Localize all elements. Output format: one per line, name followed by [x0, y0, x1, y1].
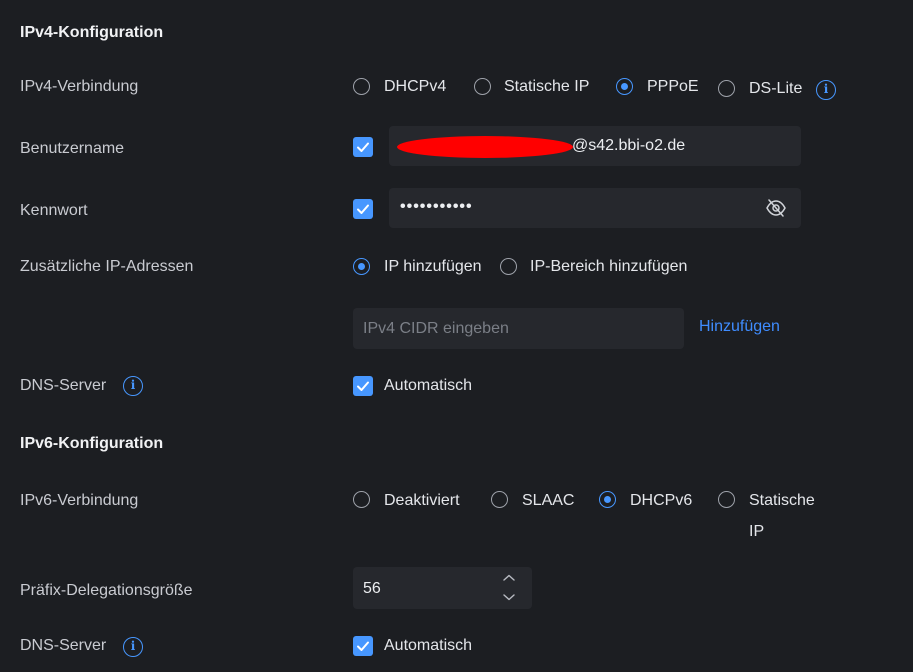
- radio-deactivated-label[interactable]: Deaktiviert: [384, 492, 460, 510]
- chevron-down-icon[interactable]: [502, 592, 516, 602]
- radio-ds-lite-label[interactable]: DS-Lite: [749, 80, 802, 98]
- radio-add-ip[interactable]: [353, 258, 370, 275]
- cidr-input[interactable]: IPv4 CIDR eingeben: [353, 308, 684, 349]
- ipv4-connection-label: IPv4-Verbindung: [20, 78, 139, 95]
- check-icon: [357, 641, 369, 651]
- radio-add-ip-range-label[interactable]: IP-Bereich hinzufügen: [530, 258, 687, 276]
- ipv6-dns-auto-checkbox[interactable]: [353, 636, 373, 656]
- ipv6-connection-label: IPv6-Verbindung: [20, 492, 139, 509]
- radio-pppoe-label[interactable]: PPPoE: [647, 78, 699, 96]
- username-label: Benutzername: [20, 140, 125, 157]
- password-checkbox[interactable]: [353, 199, 373, 219]
- password-value: •••••••••••: [400, 198, 473, 215]
- radio-static-ipv6-label-line1[interactable]: Statische: [749, 492, 815, 510]
- add-cidr-link[interactable]: Hinzufügen: [699, 318, 780, 336]
- ipv4-dns-auto-label[interactable]: Automatisch: [384, 377, 472, 395]
- radio-add-ip-range[interactable]: [500, 258, 517, 275]
- prefix-delegation-value: 56: [363, 580, 381, 597]
- cidr-placeholder: IPv4 CIDR eingeben: [363, 320, 509, 337]
- username-checkbox[interactable]: [353, 137, 373, 157]
- radio-slaac[interactable]: [491, 491, 508, 508]
- ipv4-dns-label: DNS-Server: [20, 377, 107, 394]
- radio-static-ipv6[interactable]: [718, 491, 735, 508]
- redaction-mark: [397, 136, 573, 158]
- ipv6-dns-info-icon[interactable]: i: [123, 637, 143, 657]
- radio-dhcpv4[interactable]: [353, 78, 370, 95]
- radio-static-ip-label[interactable]: Statische IP: [504, 78, 589, 96]
- password-input[interactable]: •••••••••••: [389, 188, 801, 228]
- eye-off-icon[interactable]: [765, 198, 787, 218]
- radio-add-ip-label[interactable]: IP hinzufügen: [384, 258, 482, 276]
- password-label: Kennwort: [20, 202, 88, 219]
- ipv4-dns-auto-checkbox[interactable]: [353, 376, 373, 396]
- ipv4-section-title: IPv4-Konfiguration: [20, 24, 164, 41]
- chevron-up-icon[interactable]: [502, 573, 516, 583]
- ipv6-dns-label: DNS-Server: [20, 637, 107, 654]
- username-input[interactable]: @s42.bbi-o2.de: [389, 126, 801, 166]
- ipv6-dns-auto-label[interactable]: Automatisch: [384, 637, 472, 655]
- radio-dhcpv6[interactable]: [599, 491, 616, 508]
- radio-pppoe[interactable]: [616, 78, 633, 95]
- radio-dhcpv4-label[interactable]: DHCPv4: [384, 78, 446, 96]
- radio-static-ipv6-label-line2[interactable]: IP: [749, 523, 764, 541]
- check-icon: [357, 142, 369, 152]
- username-value: @s42.bbi-o2.de: [572, 137, 686, 154]
- ipv6-section-title: IPv6-Konfiguration: [20, 435, 164, 452]
- radio-static-ip[interactable]: [474, 78, 491, 95]
- radio-ds-lite[interactable]: [718, 80, 735, 97]
- check-icon: [357, 381, 369, 391]
- prefix-delegation-stepper[interactable]: 56: [353, 567, 532, 609]
- additional-ip-label: Zusätzliche IP-Adressen: [20, 258, 194, 275]
- ds-lite-info-icon[interactable]: i: [816, 80, 836, 100]
- ipv4-dns-info-icon[interactable]: i: [123, 376, 143, 396]
- radio-deactivated[interactable]: [353, 491, 370, 508]
- radio-dhcpv6-label[interactable]: DHCPv6: [630, 492, 692, 510]
- prefix-delegation-label: Präfix-Delegationsgröße: [20, 582, 193, 599]
- check-icon: [357, 204, 369, 214]
- radio-slaac-label[interactable]: SLAAC: [522, 492, 574, 510]
